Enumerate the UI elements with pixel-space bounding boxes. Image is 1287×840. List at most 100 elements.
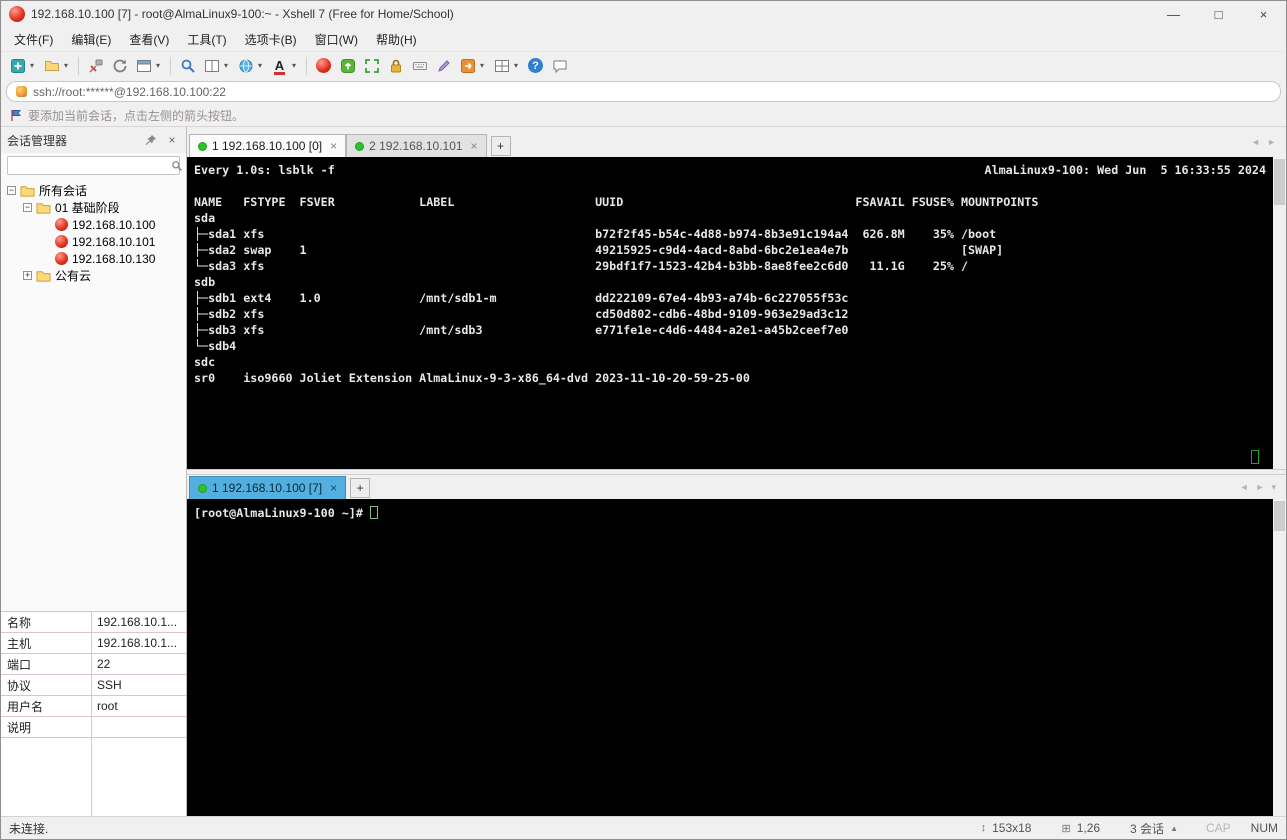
prop-label: 名称: [7, 615, 32, 630]
session-properties-grid: 名称 192.168.10.1... 主机 192.168.10.1... 端口…: [1, 611, 186, 816]
collapse-icon[interactable]: −: [23, 203, 32, 212]
terminal-cursor: [369, 506, 378, 519]
tab-session-101[interactable]: 2 192.168.10.101 ×: [346, 134, 487, 157]
panel-close-icon[interactable]: ×: [164, 132, 180, 148]
tab-scroll-right-icon[interactable]: ►: [1267, 137, 1276, 147]
layout-icon[interactable]: [200, 54, 223, 77]
new-tab-button[interactable]: +: [350, 478, 371, 498]
shell-prompt: [root@AlmaLinux9-100 ~]#: [194, 506, 370, 520]
watch-header: Every 1.0s: lsblk -f AlmaLinux9-100: Wed…: [194, 162, 1266, 178]
tree-item-all-sessions[interactable]: − 所有会话: [5, 182, 186, 199]
session-manager-header: 会话管理器 ×: [1, 127, 186, 153]
virtual-keyboard-icon[interactable]: [408, 54, 431, 77]
address-bar: ssh://root:******@192.168.10.100:22: [1, 79, 1286, 104]
connection-status: 未连接.: [9, 821, 49, 836]
session-count-expand-icon[interactable]: ▲: [1170, 824, 1178, 833]
new-session-icon[interactable]: [6, 54, 29, 77]
tile-grid-icon[interactable]: [490, 54, 513, 77]
tab-scroll-left-icon[interactable]: ◄: [1240, 482, 1249, 493]
session-manager-title: 会话管理器: [7, 133, 68, 148]
fullscreen-icon[interactable]: [360, 54, 383, 77]
tab-close-icon[interactable]: ×: [471, 139, 478, 153]
menu-edit[interactable]: 编辑(E): [62, 28, 120, 51]
color-scheme-dropdown[interactable]: ▾: [258, 61, 267, 70]
expand-icon[interactable]: +: [23, 271, 32, 280]
xftp-icon[interactable]: [336, 54, 359, 77]
prop-value: 192.168.10.1...: [97, 615, 178, 629]
terminal-top[interactable]: Every 1.0s: lsblk -f AlmaLinux9-100: Wed…: [187, 157, 1286, 469]
xshell-icon[interactable]: [312, 54, 335, 77]
prop-label: 用户名: [7, 699, 44, 714]
close-button[interactable]: ×: [1241, 1, 1286, 27]
new-session-dropdown[interactable]: ▾: [30, 61, 39, 70]
disconnect-icon[interactable]: [84, 54, 107, 77]
pin-icon[interactable]: [143, 132, 159, 148]
session-count[interactable]: 3 会话: [1130, 820, 1164, 837]
caps-lock-indicator: CAP: [1205, 821, 1231, 835]
open-dropdown[interactable]: ▾: [64, 61, 73, 70]
session-key-icon: [16, 86, 27, 97]
tree-item-session-101[interactable]: 192.168.10.101: [5, 233, 186, 250]
font-icon[interactable]: A: [268, 54, 291, 77]
open-folder-icon[interactable]: [40, 54, 63, 77]
tree-label: 192.168.10.100: [72, 217, 156, 232]
minimize-button[interactable]: —: [1151, 1, 1196, 27]
terminal-area: 1 192.168.10.100 [0] × 2 192.168.10.101 …: [187, 127, 1286, 816]
top-tab-bar: 1 192.168.10.100 [0] × 2 192.168.10.101 …: [187, 127, 1286, 157]
tab-scroll-left-icon[interactable]: ◄: [1251, 137, 1260, 147]
xshell-app-icon: [9, 6, 25, 22]
menu-tools[interactable]: 工具(T): [178, 28, 235, 51]
folder-icon: [20, 186, 35, 197]
layout-dropdown[interactable]: ▾: [224, 61, 233, 70]
cursor-position: 1,26: [1076, 821, 1101, 835]
session-search-input[interactable]: [8, 158, 171, 173]
session-properties-dropdown[interactable]: ▾: [156, 61, 165, 70]
address-input[interactable]: ssh://root:******@192.168.10.100:22: [6, 81, 1281, 102]
prop-label: 主机: [7, 636, 32, 651]
collapse-icon[interactable]: −: [7, 186, 16, 195]
maximize-button[interactable]: □: [1196, 1, 1241, 27]
grid-divider: [91, 612, 92, 816]
tab-session-100-active[interactable]: 1 192.168.10.100 [7] ×: [189, 476, 347, 499]
tree-item-group-basic[interactable]: − 01 基础阶段: [5, 199, 186, 216]
transfer-icon[interactable]: [456, 54, 479, 77]
transfer-dropdown[interactable]: ▾: [480, 61, 489, 70]
tab-scroll-right-icon[interactable]: ►: [1256, 482, 1265, 493]
menu-tab[interactable]: 选项卡(B): [236, 28, 306, 51]
toolbar-separator: [306, 56, 307, 75]
menu-file[interactable]: 文件(F): [5, 28, 62, 51]
session-search-box[interactable]: [7, 156, 183, 175]
tree-item-group-cloud[interactable]: + 公有云: [5, 267, 186, 284]
tab-close-icon[interactable]: ×: [330, 481, 337, 495]
highlight-pen-icon[interactable]: [432, 54, 455, 77]
menu-window[interactable]: 窗口(W): [306, 28, 367, 51]
new-tab-button[interactable]: +: [490, 136, 511, 156]
tab-label: 2 192.168.10.101: [369, 139, 463, 153]
search-icon: [172, 160, 183, 171]
tab-session-100[interactable]: 1 192.168.10.100 [0] ×: [189, 134, 347, 157]
window-title: 192.168.10.100 [7] - root@AlmaLinux9-100…: [31, 7, 454, 21]
toolbar: ▾ ▾ ▾ ▾ ▾ A ▾ ▾ ▾ ?: [1, 51, 1286, 79]
terminal-scrollbar[interactable]: [1273, 499, 1286, 816]
scrollbar-thumb[interactable]: [1274, 501, 1285, 531]
terminal-bottom[interactable]: [root@AlmaLinux9-100 ~]#: [187, 499, 1286, 816]
tab-list-dropdown-icon[interactable]: ▾: [1271, 482, 1276, 493]
scrollbar-thumb[interactable]: [1274, 159, 1285, 205]
color-scheme-globe-icon[interactable]: [234, 54, 257, 77]
find-icon[interactable]: [176, 54, 199, 77]
help-icon[interactable]: ?: [524, 54, 547, 77]
menu-view[interactable]: 查看(V): [120, 28, 178, 51]
tree-item-session-130[interactable]: 192.168.10.130: [5, 250, 186, 267]
tile-grid-dropdown[interactable]: ▾: [514, 61, 523, 70]
font-dropdown[interactable]: ▾: [292, 61, 301, 70]
menu-help[interactable]: 帮助(H): [367, 28, 426, 51]
session-properties-icon[interactable]: [132, 54, 155, 77]
lock-icon[interactable]: [384, 54, 407, 77]
reconnect-icon[interactable]: [108, 54, 131, 77]
tree-item-session-100[interactable]: 192.168.10.100: [5, 216, 186, 233]
terminal-scrollbar[interactable]: [1273, 157, 1286, 469]
title-bar: 192.168.10.100 [7] - root@AlmaLinux9-100…: [1, 1, 1286, 27]
chat-icon[interactable]: [548, 54, 571, 77]
tab-close-icon[interactable]: ×: [330, 139, 337, 153]
session-search: [1, 153, 186, 179]
